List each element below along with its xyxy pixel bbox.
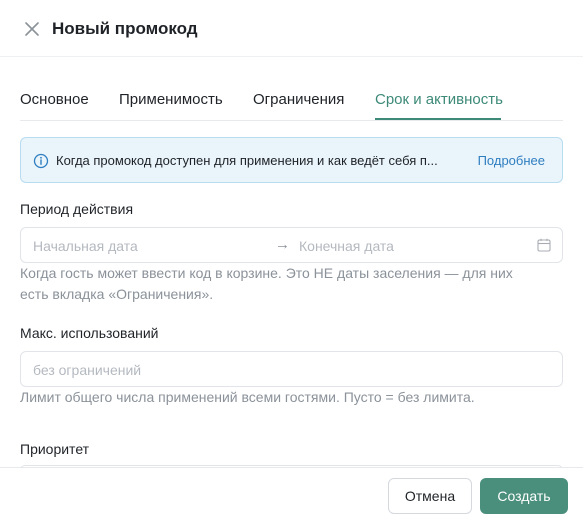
end-date-placeholder: Конечная дата [299,238,394,254]
dialog-title: Новый промокод [52,19,198,38]
period-label: Период действия [20,201,134,217]
period-help-line1: Когда гость может ввести код в корзине. … [20,265,513,281]
date-range-input[interactable]: Начальная дата → Конечная дата [20,227,563,263]
calendar-icon[interactable] [537,238,551,252]
more-link[interactable]: Подробнее [478,153,545,168]
tab-applicability[interactable]: Применимость [119,91,223,108]
dialog-footer: Отмена Создать [0,467,583,521]
start-date-placeholder: Начальная дата [33,238,138,254]
tab-basic[interactable]: Основное [20,91,89,108]
dialog-header: Новый промокод [0,0,583,57]
info-circle-icon [33,153,49,169]
active-tab-indicator [375,118,501,120]
cancel-button[interactable]: Отмена [388,478,472,514]
priority-label: Приоритет [20,441,90,457]
tab-restrictions[interactable]: Ограничения [253,91,344,108]
period-help-line2: есть вкладка «Ограничения». [20,286,214,302]
max-uses-help: Лимит общего числа применений всеми гост… [20,389,475,405]
tab-bar: Основное Применимость Ограничения Срок и… [20,90,563,121]
close-icon[interactable] [21,18,43,40]
info-banner: Когда промокод доступен для применения и… [20,137,563,183]
arrow-right-icon: → [275,236,290,253]
info-text: Когда промокод доступен для применения и… [56,153,438,168]
max-uses-label: Макс. использований [20,325,159,341]
create-button[interactable]: Создать [480,478,568,514]
max-uses-placeholder: без ограничений [33,362,142,378]
max-uses-input[interactable]: без ограничений [20,351,563,387]
tab-period-activity[interactable]: Срок и активность [375,91,503,108]
